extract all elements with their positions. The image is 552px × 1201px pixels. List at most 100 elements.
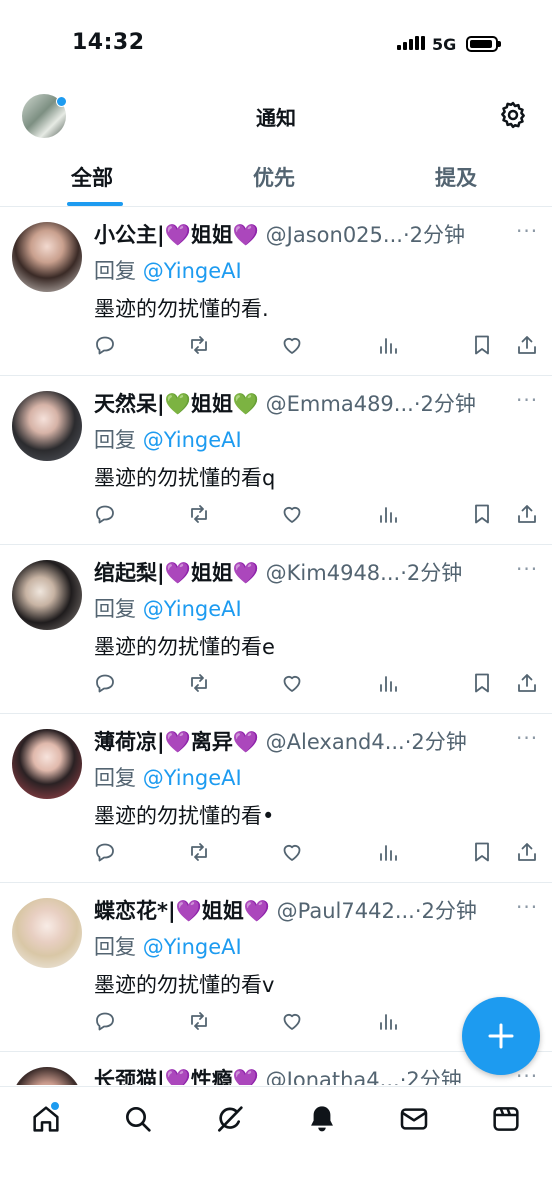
mention-link[interactable]: @YingeAI bbox=[143, 259, 242, 283]
post-text: 墨迹的勿扰懂的看. bbox=[94, 297, 269, 321]
bookmark-icon[interactable] bbox=[470, 840, 494, 864]
avatar[interactable] bbox=[12, 391, 82, 461]
mention-link[interactable]: @YingeAI bbox=[143, 428, 242, 452]
plus-icon bbox=[488, 1023, 514, 1049]
network-type: 5G bbox=[432, 35, 457, 54]
search-icon bbox=[126, 1107, 151, 1132]
like-icon[interactable] bbox=[280, 1009, 304, 1033]
more-options-icon[interactable]: ··· bbox=[516, 895, 538, 919]
share-icon[interactable] bbox=[515, 671, 539, 695]
retweet-icon[interactable] bbox=[187, 671, 211, 695]
like-icon[interactable] bbox=[280, 840, 304, 864]
avatar[interactable] bbox=[12, 729, 82, 799]
author-name[interactable]: 薄荷凉|💜离异💜 bbox=[94, 730, 259, 754]
views-icon[interactable] bbox=[376, 502, 400, 526]
gear-icon[interactable] bbox=[498, 100, 528, 130]
communities-icon bbox=[493, 1107, 519, 1131]
post-text: 墨迹的勿扰懂的看e bbox=[94, 635, 275, 659]
notification-item[interactable]: 小公主|💜姐姐💜 @Jason025...·2分钟 ··· 回复 @YingeA… bbox=[0, 207, 552, 376]
nav-messages[interactable] bbox=[398, 1103, 430, 1135]
nav-home[interactable] bbox=[30, 1101, 62, 1135]
nav-search[interactable] bbox=[122, 1103, 154, 1135]
like-icon[interactable] bbox=[280, 502, 304, 526]
notification-item[interactable]: 薄荷凉|💜离异💜 @Alexand4...·2分钟 ··· 回复 @YingeA… bbox=[0, 714, 552, 883]
nav-communities[interactable] bbox=[490, 1103, 522, 1135]
author-handle[interactable]: @Paul7442... bbox=[277, 899, 415, 923]
views-icon[interactable] bbox=[376, 333, 400, 357]
avatar[interactable] bbox=[12, 1067, 82, 1085]
post-actions bbox=[0, 502, 552, 528]
views-icon[interactable] bbox=[376, 671, 400, 695]
author-name[interactable]: 长颈猫|💜性瘾💜 bbox=[94, 1068, 259, 1085]
like-icon[interactable] bbox=[280, 333, 304, 357]
author-name[interactable]: 绾起梨|💜姐姐💜 bbox=[94, 561, 259, 585]
author-name[interactable]: 小公主|💜姐姐💜 bbox=[94, 223, 259, 247]
author-name[interactable]: 天然呆|💚姐姐💚 bbox=[94, 392, 259, 416]
reply-prefix: 回复 bbox=[94, 597, 143, 621]
nav-grok[interactable] bbox=[214, 1103, 246, 1135]
messages-icon bbox=[400, 1108, 428, 1130]
mention-link[interactable]: @YingeAI bbox=[143, 766, 242, 790]
avatar[interactable] bbox=[12, 560, 82, 630]
share-icon[interactable] bbox=[515, 502, 539, 526]
more-options-icon[interactable]: ··· bbox=[516, 557, 538, 581]
nav-notifications[interactable] bbox=[306, 1103, 338, 1135]
reply-prefix: 回复 bbox=[94, 766, 143, 790]
mention-link[interactable]: @YingeAI bbox=[143, 935, 242, 959]
post-time: ·2分钟 bbox=[402, 223, 465, 247]
reply-context: 回复 @YingeAI bbox=[94, 931, 242, 961]
status-bar: 14:32 5G bbox=[0, 0, 552, 90]
notifications-icon bbox=[311, 1106, 333, 1132]
post-actions bbox=[0, 671, 552, 697]
author-handle[interactable]: @Jason025... bbox=[266, 223, 403, 247]
post-text: 墨迹的勿扰懂的看v bbox=[94, 973, 275, 997]
reply-icon[interactable] bbox=[93, 840, 117, 864]
post-time: ·2分钟 bbox=[400, 561, 463, 585]
bookmark-icon[interactable] bbox=[470, 671, 494, 695]
tab-priority[interactable]: 优先 bbox=[253, 162, 295, 192]
active-tab-indicator bbox=[67, 202, 123, 206]
tab-all[interactable]: 全部 bbox=[71, 162, 113, 192]
retweet-icon[interactable] bbox=[187, 1009, 211, 1033]
post-time: ·2分钟 bbox=[404, 730, 467, 754]
mention-link[interactable]: @YingeAI bbox=[143, 597, 242, 621]
tab-mentions[interactable]: 提及 bbox=[435, 162, 477, 192]
notification-tabs: 全部 优先 提及 bbox=[0, 150, 552, 207]
post-time: ·2分钟 bbox=[413, 392, 476, 416]
author-handle[interactable]: @Jonatha4... bbox=[266, 1068, 400, 1085]
retweet-icon[interactable] bbox=[187, 840, 211, 864]
author-handle[interactable]: @Kim4948... bbox=[266, 561, 401, 585]
reply-context: 回复 @YingeAI bbox=[94, 255, 242, 285]
author-name[interactable]: 蝶恋花*|💜姐姐💜 bbox=[94, 899, 270, 923]
more-options-icon[interactable]: ··· bbox=[516, 726, 538, 750]
like-icon[interactable] bbox=[280, 671, 304, 695]
more-options-icon[interactable]: ··· bbox=[516, 388, 538, 412]
share-icon[interactable] bbox=[515, 333, 539, 357]
views-icon[interactable] bbox=[376, 840, 400, 864]
avatar[interactable] bbox=[12, 898, 82, 968]
notification-feed[interactable]: 小公主|💜姐姐💜 @Jason025...·2分钟 ··· 回复 @YingeA… bbox=[0, 207, 552, 1085]
compose-button[interactable] bbox=[462, 997, 540, 1075]
author-handle[interactable]: @Alexand4... bbox=[266, 730, 405, 754]
bookmark-icon[interactable] bbox=[470, 502, 494, 526]
retweet-icon[interactable] bbox=[187, 333, 211, 357]
post-text: 墨迹的勿扰懂的看• bbox=[94, 804, 275, 828]
share-icon[interactable] bbox=[515, 840, 539, 864]
notification-item[interactable]: 天然呆|💚姐姐💚 @Emma489...·2分钟 ··· 回复 @YingeAI… bbox=[0, 376, 552, 545]
post-actions bbox=[0, 333, 552, 359]
post-time: ·2分钟 bbox=[414, 899, 477, 923]
reply-icon[interactable] bbox=[93, 502, 117, 526]
notification-item[interactable]: 绾起梨|💜姐姐💜 @Kim4948...·2分钟 ··· 回复 @YingeAI… bbox=[0, 545, 552, 714]
author-handle[interactable]: @Emma489... bbox=[266, 392, 414, 416]
bookmark-icon[interactable] bbox=[470, 333, 494, 357]
avatar[interactable] bbox=[12, 222, 82, 292]
reply-icon[interactable] bbox=[93, 671, 117, 695]
status-time: 14:32 bbox=[72, 30, 145, 55]
reply-prefix: 回复 bbox=[94, 259, 143, 283]
reply-icon[interactable] bbox=[93, 1009, 117, 1033]
more-options-icon[interactable]: ··· bbox=[516, 219, 538, 243]
views-icon[interactable] bbox=[376, 1009, 400, 1033]
reply-icon[interactable] bbox=[93, 333, 117, 357]
reply-prefix: 回复 bbox=[94, 428, 143, 452]
retweet-icon[interactable] bbox=[187, 502, 211, 526]
